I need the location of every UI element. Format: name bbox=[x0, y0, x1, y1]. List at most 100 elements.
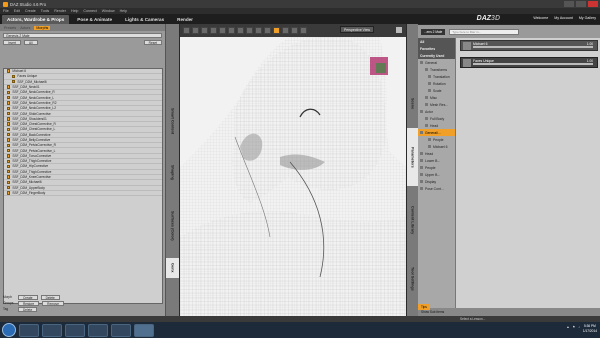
tab-lights-cameras[interactable]: Lights & Cameras bbox=[120, 15, 169, 24]
all-button[interactable]: All bbox=[23, 40, 38, 45]
tips-button[interactable]: Tips bbox=[418, 304, 430, 310]
category-item[interactable]: Lower B... bbox=[418, 157, 455, 164]
3d-viewport[interactable]: Perspective View bbox=[180, 24, 406, 316]
vtab-genx[interactable]: Genx bbox=[166, 258, 179, 278]
checkbox-icon[interactable] bbox=[7, 170, 11, 174]
checkbox-icon[interactable] bbox=[12, 74, 16, 79]
vtab-shaping[interactable]: Shaping bbox=[166, 152, 179, 192]
tab-actors[interactable]: Actors bbox=[20, 26, 30, 30]
checkbox-icon[interactable] bbox=[7, 127, 11, 132]
start-button[interactable] bbox=[2, 323, 16, 337]
category-item[interactable]: Transforms bbox=[418, 66, 455, 73]
category-item[interactable]: People bbox=[418, 164, 455, 171]
menu-file[interactable]: File bbox=[3, 9, 9, 13]
category-item[interactable]: Head bbox=[418, 150, 455, 157]
viewport-tool-icon[interactable] bbox=[210, 27, 217, 34]
category-item[interactable]: Pose Cont... bbox=[418, 185, 455, 192]
delete-morph-button[interactable]: Delete bbox=[40, 294, 60, 300]
restore-button[interactable]: Restore bbox=[18, 300, 40, 306]
checkbox-icon[interactable] bbox=[7, 111, 11, 116]
viewport-tool-icon[interactable] bbox=[300, 27, 307, 34]
lesson-select[interactable]: Select a Lesson... bbox=[460, 317, 485, 321]
viewport-tool-icon[interactable] bbox=[264, 27, 271, 34]
checkbox-icon[interactable] bbox=[7, 133, 11, 137]
viewport-tool-icon[interactable] bbox=[219, 27, 226, 34]
checkbox-icon[interactable] bbox=[7, 154, 11, 158]
delete-tag-button[interactable]: Delete bbox=[18, 306, 38, 312]
taskbar-media-icon[interactable] bbox=[65, 323, 85, 337]
category-item[interactable]: People bbox=[418, 136, 455, 143]
vtab-parameters[interactable]: Parameters bbox=[407, 128, 418, 186]
morph-list-item[interactable]: SSF_D2M_FingerBody bbox=[4, 191, 162, 197]
category-item[interactable]: Mesh Res... bbox=[418, 101, 455, 108]
selected-tool-icon[interactable] bbox=[273, 27, 280, 34]
viewport-tool-icon[interactable] bbox=[183, 27, 190, 34]
link-my-account[interactable]: My Account bbox=[554, 16, 573, 20]
checkbox-icon[interactable] bbox=[7, 191, 11, 195]
checkbox-icon[interactable] bbox=[7, 185, 11, 190]
category-item[interactable]: General bbox=[418, 59, 455, 66]
tab-actors-wardrobe-props[interactable]: Actors, Wardrobe & Props bbox=[2, 15, 70, 24]
checkbox-icon[interactable] bbox=[7, 106, 11, 110]
category-item[interactable]: Misc bbox=[418, 94, 455, 101]
checkbox-icon[interactable] bbox=[7, 180, 11, 185]
checkbox-icon[interactable] bbox=[7, 122, 11, 126]
checkbox-icon[interactable] bbox=[7, 164, 11, 169]
checkbox-icon[interactable] bbox=[7, 138, 11, 142]
menu-help-2[interactable]: Help bbox=[120, 9, 127, 13]
checkbox-icon[interactable] bbox=[7, 85, 11, 89]
taskbar-ie-icon[interactable] bbox=[19, 323, 39, 337]
tab-render[interactable]: Render bbox=[172, 15, 198, 24]
parameter-slider[interactable]: Faces Unique 1.00 bbox=[460, 57, 598, 68]
slider-track[interactable] bbox=[473, 63, 593, 65]
viewport-tool-icon[interactable] bbox=[255, 27, 262, 34]
viewport-tool-icon[interactable] bbox=[192, 27, 199, 34]
checkbox-icon[interactable] bbox=[7, 69, 11, 73]
viewport-tool-icon[interactable] bbox=[201, 27, 208, 34]
tab-presets[interactable]: Presets bbox=[4, 26, 16, 30]
category-item[interactable]: Currently Used bbox=[418, 52, 455, 59]
menu-tools[interactable]: Tools bbox=[41, 9, 49, 13]
vtab-surfaces[interactable]: Surfaces (Color) bbox=[166, 196, 179, 256]
maximize-button[interactable] bbox=[576, 1, 586, 7]
checkbox-icon[interactable] bbox=[7, 143, 11, 147]
system-tray[interactable]: ▲ ⚑ ♪ bbox=[566, 325, 580, 329]
tab-morphs[interactable]: Morphs bbox=[34, 25, 51, 30]
menu-create[interactable]: Create bbox=[25, 9, 36, 13]
category-item[interactable]: Translation bbox=[418, 73, 455, 80]
remove-button[interactable]: Remove bbox=[42, 300, 65, 306]
taskbar-chrome-icon[interactable] bbox=[88, 323, 108, 337]
category-item[interactable]: Display bbox=[418, 178, 455, 185]
parameter-slider[interactable]: Michael 6 1.00 bbox=[460, 40, 598, 51]
checkbox-icon[interactable] bbox=[7, 90, 11, 95]
taskbar-app-icon[interactable] bbox=[111, 323, 131, 337]
checkbox-icon[interactable] bbox=[7, 148, 11, 153]
category-item[interactable]: Rotation bbox=[418, 80, 455, 87]
checkbox-icon[interactable] bbox=[7, 95, 11, 100]
checkbox-icon[interactable] bbox=[7, 101, 11, 105]
viewport-options-icon[interactable] bbox=[396, 27, 402, 33]
link-my-gallery[interactable]: My Gallery bbox=[579, 16, 596, 20]
category-item[interactable]: All bbox=[418, 38, 455, 45]
invert-button[interactable]: Invert bbox=[3, 40, 21, 45]
menu-window[interactable]: Window bbox=[102, 9, 115, 13]
viewport-tool-icon[interactable] bbox=[282, 27, 289, 34]
checkbox-icon[interactable] bbox=[7, 175, 11, 179]
figure-select[interactable]: Genesis 2 Male bbox=[3, 33, 162, 38]
minimize-button[interactable] bbox=[564, 1, 574, 7]
category-item[interactable]: Favorites bbox=[418, 45, 455, 52]
viewport-tool-icon[interactable] bbox=[237, 27, 244, 34]
category-item[interactable]: Upper B... bbox=[418, 171, 455, 178]
show-sub-items-checkbox[interactable]: Show Sub Items bbox=[418, 308, 600, 316]
vtab-content-library[interactable]: Content Library bbox=[407, 190, 418, 250]
camera-select[interactable]: Perspective View bbox=[340, 26, 374, 33]
menu-help[interactable]: Help bbox=[71, 9, 78, 13]
tab-pose-animate[interactable]: Pose & Animate bbox=[72, 15, 117, 24]
viewport-tool-icon[interactable] bbox=[228, 27, 235, 34]
vtab-smart-content[interactable]: Smart Content bbox=[166, 94, 179, 149]
category-item[interactable]: Scale bbox=[418, 87, 455, 94]
taskbar-clock[interactable]: 5:36 PM 1/17/2014 bbox=[583, 324, 597, 334]
category-item[interactable]: Generali... bbox=[418, 129, 455, 136]
category-item[interactable]: Head bbox=[418, 122, 455, 129]
create-button[interactable]: Create bbox=[18, 294, 38, 300]
